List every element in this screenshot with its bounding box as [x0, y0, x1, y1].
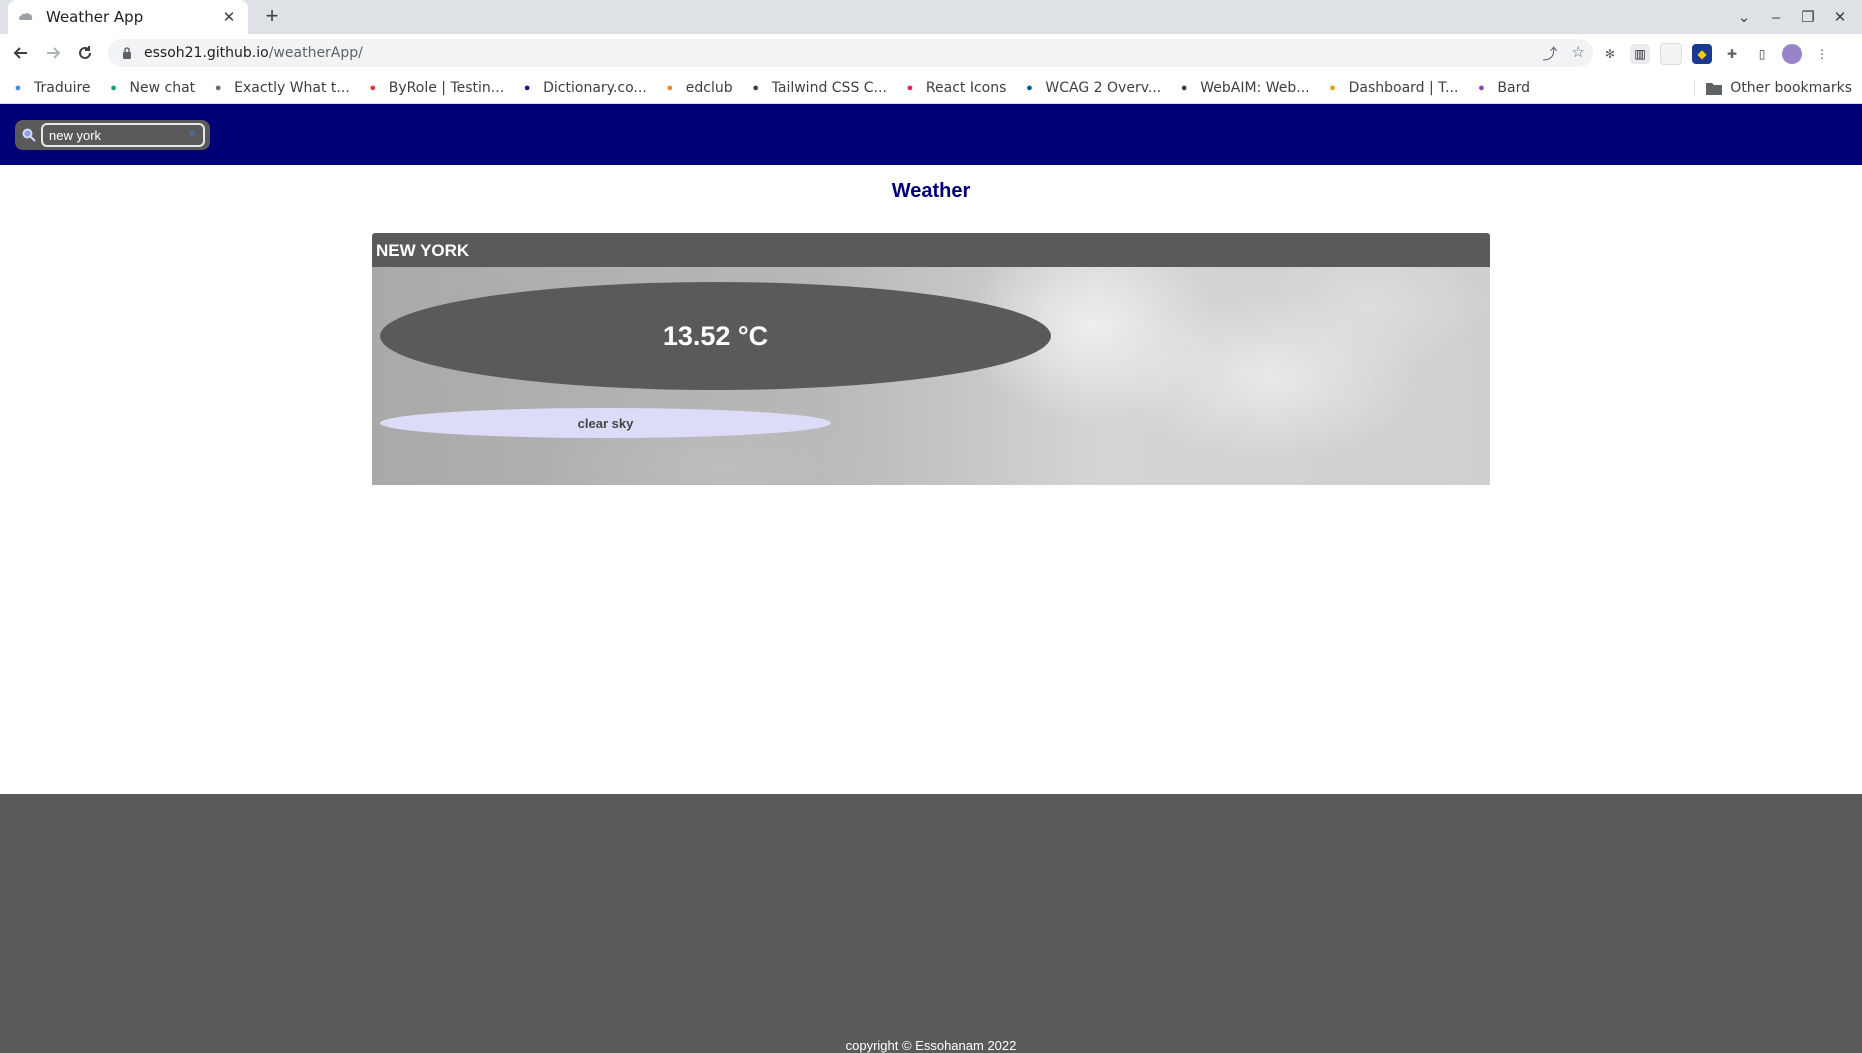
browser-toolbar: essoh21.github.io/weatherApp/ ⤴ ☆ ✻ ▥ ◆ … — [0, 34, 1862, 72]
bookmark-label: Dashboard | T... — [1348, 80, 1459, 96]
extension-reader-icon[interactable]: ▥ — [1630, 44, 1650, 64]
weather-favicon-icon — [18, 9, 34, 25]
dictionary-icon: ● — [523, 82, 531, 94]
search-box: ✕ — [15, 120, 210, 150]
minimize-icon[interactable]: – — [1760, 9, 1792, 26]
bookmark-item[interactable]: ● edclub — [662, 80, 733, 96]
bookmark-label: New chat — [129, 80, 196, 96]
reload-icon[interactable] — [72, 40, 98, 66]
temperature-pill: 13.52 °C — [380, 282, 1051, 390]
lock-icon[interactable] — [120, 46, 134, 60]
bookmark-label: Bard — [1497, 80, 1531, 96]
bookmark-label: WCAG 2 Overv... — [1045, 80, 1162, 96]
tab-title: Weather App — [46, 8, 144, 26]
extensions-puzzle-icon[interactable]: ✚ — [1722, 44, 1742, 64]
bookmark-item[interactable]: ● WCAG 2 Overv... — [1021, 80, 1161, 96]
bookmark-item[interactable]: ● Traduire — [10, 80, 91, 96]
description-pill: clear sky — [380, 408, 831, 438]
octopus-icon: ● — [369, 82, 377, 94]
dashboard-icon: ● — [1329, 82, 1336, 94]
bookmark-label: WebAIM: Web... — [1200, 80, 1310, 96]
bookmark-label: React Icons — [925, 80, 1007, 96]
edclub-icon: ● — [666, 82, 674, 94]
address-bar[interactable]: essoh21.github.io/weatherApp/ ⤴ ☆ — [108, 39, 1593, 67]
bookmarks-separator — [1694, 80, 1696, 96]
bookmark-item[interactable]: ● Bard — [1473, 80, 1530, 96]
page-title: Weather — [891, 180, 971, 202]
forward-arrow-icon[interactable] — [40, 40, 66, 66]
share-icon[interactable]: ⤴ — [1543, 43, 1558, 64]
react-icon: ● — [906, 82, 914, 94]
tab-close-icon[interactable]: ✕ — [220, 8, 238, 26]
window-close-icon[interactable]: ✕ — [1824, 8, 1856, 26]
w3c-icon: ● — [1026, 82, 1033, 94]
bookmark-item[interactable]: ● New chat — [106, 80, 196, 96]
bookmark-label: edclub — [685, 80, 733, 96]
new-tab-button[interactable]: + — [260, 5, 284, 29]
extensions-area: ✻ ▥ ◆ ✚ ▯ ⋮ — [1600, 43, 1832, 65]
globe-icon: ● — [1180, 82, 1188, 94]
tab-search-chevron-icon[interactable]: ⌄ — [1728, 8, 1760, 26]
footer: copyright © Essohanam 2022 — [0, 794, 1862, 1053]
bookmark-label: Tailwind CSS C... — [771, 80, 887, 96]
bookmark-label: Exactly What t... — [234, 80, 350, 96]
bookmark-item[interactable]: ● ByRole | Testin... — [365, 80, 504, 96]
chatgpt-icon: ● — [110, 82, 117, 94]
tab-strip: Weather App ✕ + ⌄ – ❐ ✕ — [0, 0, 1862, 34]
profile-avatar[interactable] — [1782, 44, 1802, 64]
search-icon: ● — [752, 82, 759, 94]
bookmark-label: Dictionary.co... — [543, 80, 647, 96]
bookmarks-list: ● Traduire ● New chat ● Exactly What t... ● ByR… — [10, 72, 1545, 104]
bookmark-item[interactable]: ● Tailwind CSS C... — [748, 80, 887, 96]
folder-icon — [1706, 81, 1723, 95]
side-panel-icon[interactable]: ▯ — [1752, 44, 1772, 64]
y-icon: ● — [214, 82, 222, 94]
temperature-value: 13.52 °C — [662, 320, 769, 351]
extension-color-picker-icon[interactable]: ◆ — [1692, 44, 1712, 64]
bard-icon: ● — [1478, 82, 1485, 94]
weather-card: NEW YORK 13.52 °C clear sky — [372, 233, 1490, 485]
restore-icon[interactable]: ❐ — [1792, 8, 1824, 26]
city-name: NEW YORK — [376, 241, 470, 260]
bookmark-label: ByRole | Testin... — [388, 80, 505, 96]
url-host: essoh21.github.io — [144, 45, 269, 61]
other-bookmarks-label: Other bookmarks — [1730, 80, 1852, 96]
search-input[interactable] — [41, 123, 205, 147]
bookmark-item[interactable]: ● React Icons — [902, 80, 1007, 96]
bookmark-item[interactable]: ● Exactly What t... — [210, 80, 350, 96]
search-icon — [21, 127, 37, 143]
back-arrow-icon[interactable] — [8, 40, 34, 66]
copyright-text: copyright © Essohanam 2022 — [845, 1038, 1017, 1053]
weather-background-image: 13.52 °C clear sky — [372, 267, 1490, 485]
app-header: ✕ — [0, 104, 1862, 165]
extension-grid-icon[interactable] — [1660, 43, 1682, 65]
bookmark-label: Traduire — [34, 80, 91, 96]
extension-puzzle-gray-icon[interactable]: ✻ — [1600, 44, 1620, 64]
browser-menu-icon[interactable]: ⋮ — [1812, 44, 1832, 64]
bookmark-star-icon[interactable]: ☆ — [1572, 43, 1585, 64]
weather-description: clear sky — [577, 415, 634, 431]
card-header: NEW YORK — [372, 233, 1490, 267]
clear-search-icon[interactable]: ✕ — [188, 130, 198, 140]
bookmarks-bar: ● Traduire ● New chat ● Exactly What t... ● ByR… — [0, 72, 1862, 104]
window-controls: ⌄ – ❐ ✕ — [1728, 0, 1856, 34]
translate-icon: ● — [14, 82, 22, 94]
other-bookmarks[interactable]: Other bookmarks — [1694, 72, 1852, 104]
bookmark-item[interactable]: ● WebAIM: Web... — [1176, 80, 1310, 96]
bookmark-item[interactable]: ● Dashboard | T... — [1325, 80, 1459, 96]
url-path: /weatherApp/ — [268, 45, 363, 61]
browser-tab-active[interactable]: Weather App ✕ — [8, 0, 248, 34]
bookmark-item[interactable]: ● Dictionary.co... — [519, 80, 647, 96]
